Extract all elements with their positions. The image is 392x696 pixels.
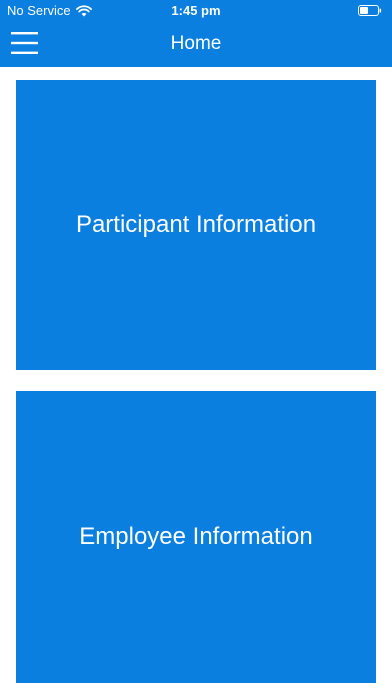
navigation-bar: Home (0, 22, 392, 67)
status-time: 1:45 pm (171, 3, 221, 18)
participant-information-tile[interactable]: Participant Information (16, 80, 376, 370)
status-bar: No Service 1:45 pm (0, 0, 392, 22)
page-title: Home (170, 33, 222, 54)
battery-icon (358, 5, 382, 16)
participant-information-label: Participant Information (75, 211, 317, 238)
app-header: No Service 1:45 pm Home (0, 0, 392, 67)
employee-information-label: Employee Information (79, 523, 313, 550)
employee-information-tile[interactable]: Employee Information (16, 391, 376, 683)
